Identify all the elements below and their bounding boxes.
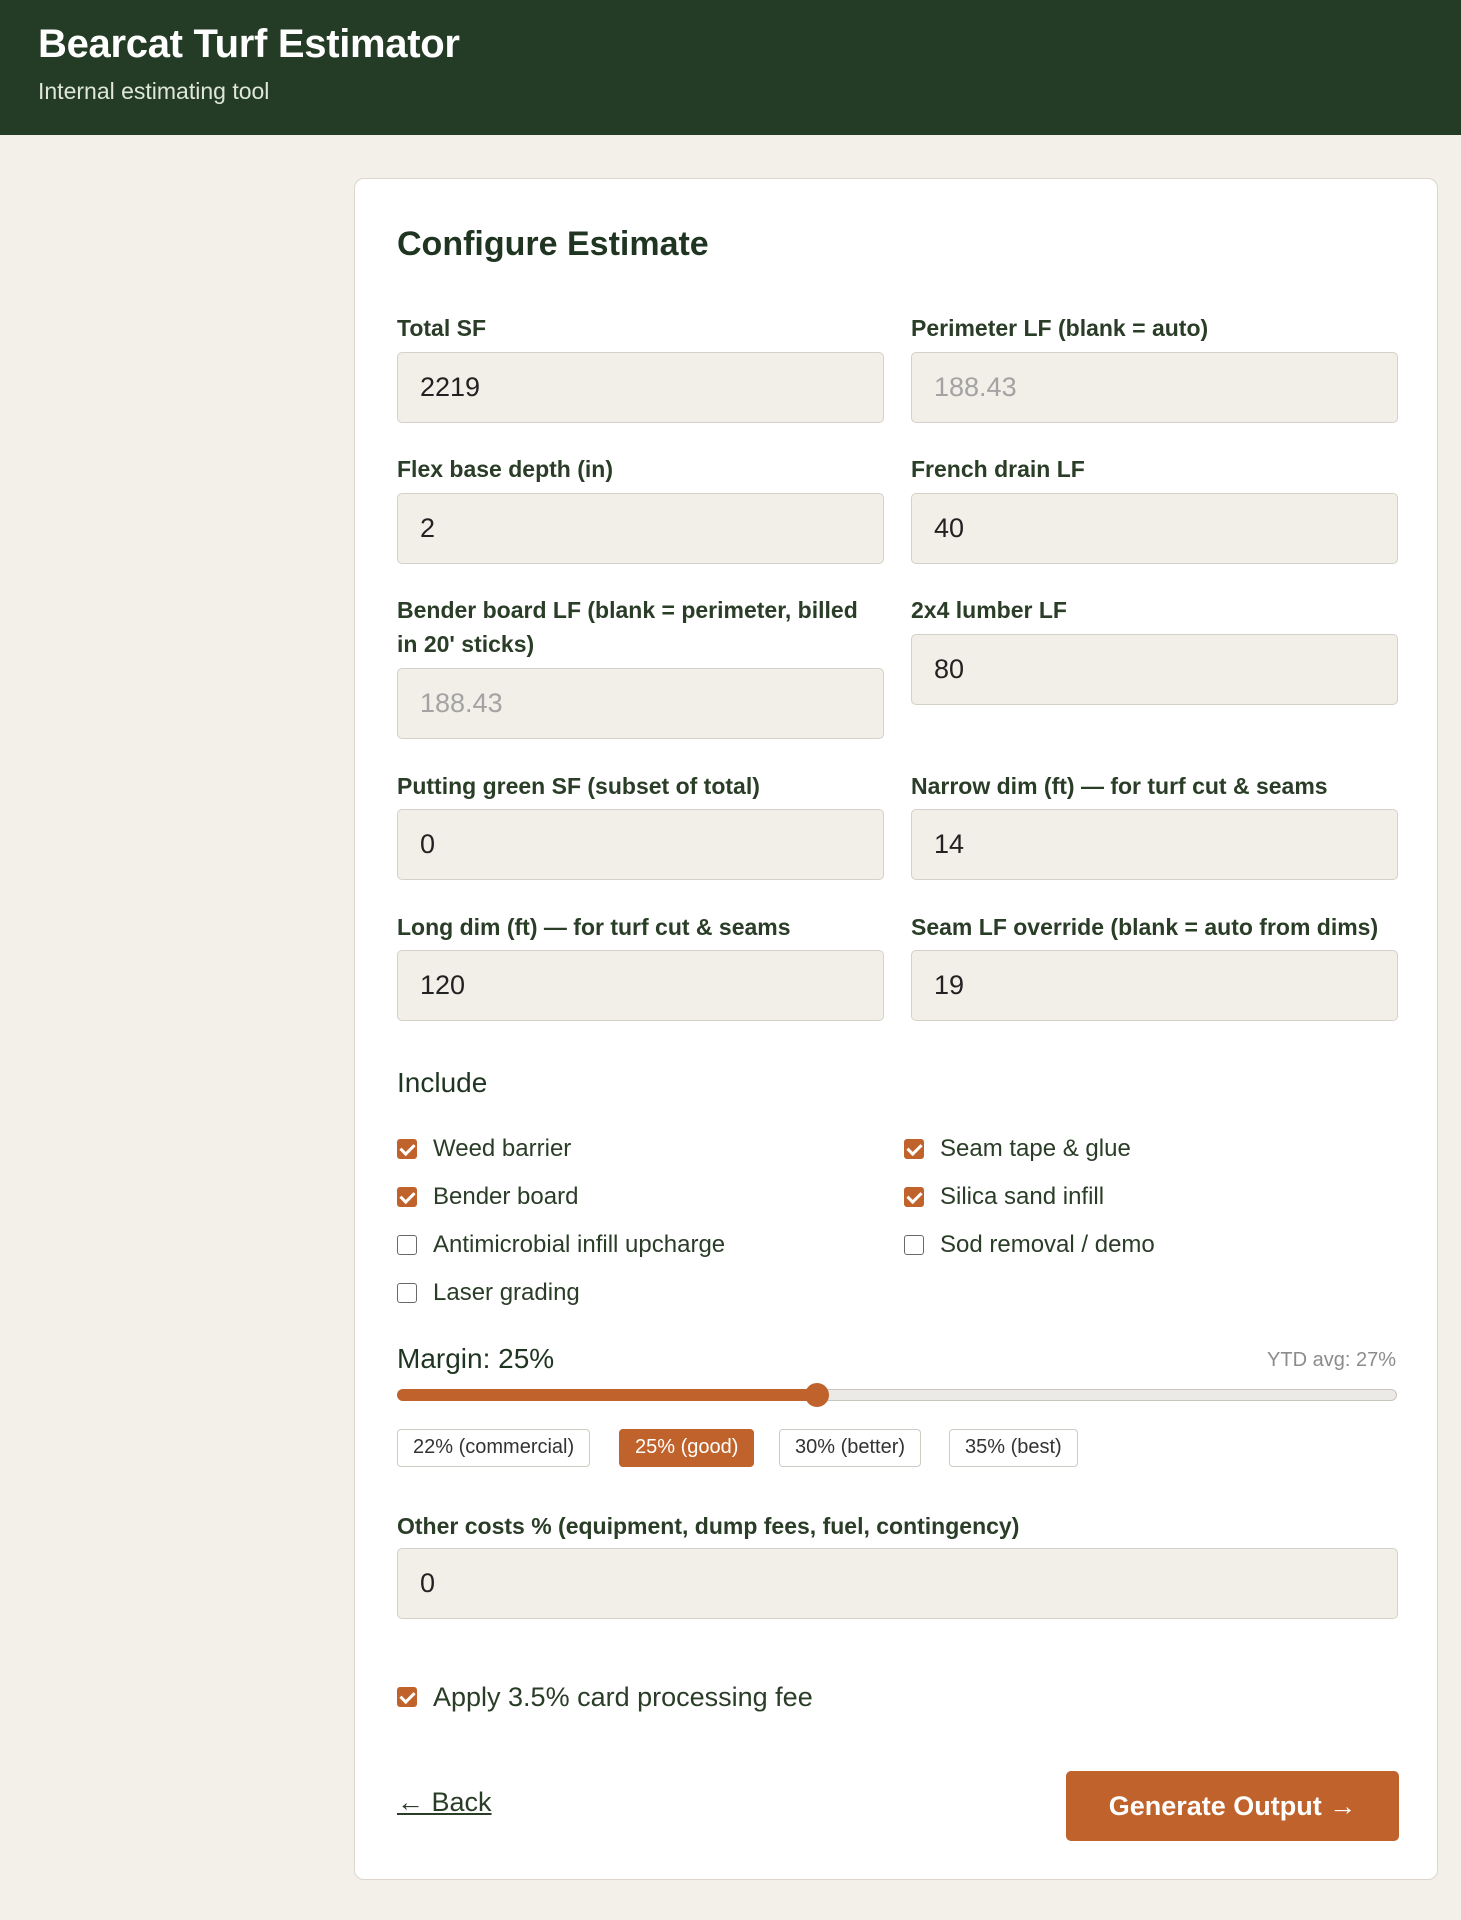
include-option-label: Weed barrier — [433, 1135, 572, 1162]
checkbox[interactable] — [904, 1235, 924, 1255]
margin-slider-fill — [397, 1389, 817, 1401]
include-option-label: Bender board — [433, 1183, 579, 1210]
ytd-average: YTD avg: 27% — [1267, 1349, 1396, 1371]
lumber-2x4-lf-label: 2x4 lumber LF — [911, 597, 1067, 623]
checkbox[interactable] — [397, 1687, 417, 1707]
long-dim-label: Long dim (ft) — for turf cut & seams — [397, 914, 791, 940]
include-option-antimicrobial[interactable]: Antimicrobial infill upcharge — [397, 1230, 725, 1260]
checkbox[interactable] — [904, 1139, 924, 1159]
perimeter-lf-label: Perimeter LF (blank = auto) — [911, 315, 1209, 341]
app-header: Bearcat Turf Estimator Internal estimati… — [0, 0, 1461, 135]
include-option-laser-grading[interactable]: Laser grading — [397, 1278, 580, 1308]
bender-board-lf-input[interactable] — [397, 668, 884, 739]
checkbox[interactable] — [397, 1283, 417, 1303]
app-subtitle: Internal estimating tool — [38, 78, 270, 104]
margin-preset-30[interactable]: 30% (better) — [779, 1429, 922, 1467]
include-option-label: Laser grading — [433, 1279, 580, 1306]
include-option-label: Sod removal / demo — [940, 1231, 1155, 1258]
lumber-2x4-lf-input[interactable] — [911, 634, 1398, 705]
include-option-label: Antimicrobial infill upcharge — [433, 1231, 726, 1258]
app-title: Bearcat Turf Estimator — [38, 22, 460, 66]
margin-preset-25[interactable]: 25% (good) — [619, 1429, 755, 1467]
flex-base-depth-input[interactable] — [397, 493, 884, 564]
putting-green-sf-label: Putting green SF (subset of total) — [397, 773, 760, 799]
include-option-weed-barrier[interactable]: Weed barrier — [397, 1134, 571, 1164]
margin-preset-22[interactable]: 22% (commercial) — [397, 1429, 591, 1467]
include-option-seam-tape[interactable]: Seam tape & glue — [904, 1134, 1131, 1164]
long-dim-input[interactable] — [397, 950, 884, 1021]
putting-green-sf-input[interactable] — [397, 809, 884, 880]
narrow-dim-label: Narrow dim (ft) — for turf cut & seams — [911, 773, 1328, 799]
total-sf-input[interactable] — [397, 352, 884, 423]
checkbox[interactable] — [397, 1235, 417, 1255]
french-drain-lf-input[interactable] — [911, 493, 1398, 564]
include-option-silica-sand[interactable]: Silica sand infill — [904, 1182, 1104, 1212]
total-sf-label: Total SF — [397, 315, 487, 341]
checkbox[interactable] — [397, 1187, 417, 1207]
margin-preset-35[interactable]: 35% (best) — [949, 1429, 1078, 1467]
margin-label: Margin: 25% — [397, 1343, 555, 1374]
back-link[interactable]: ← Back — [397, 1787, 492, 1818]
include-option-label: Seam tape & glue — [940, 1135, 1131, 1162]
perimeter-lf-input[interactable] — [911, 352, 1398, 423]
other-costs-input[interactable] — [397, 1548, 1398, 1619]
include-option-label: Silica sand infill — [940, 1183, 1105, 1210]
checkbox[interactable] — [397, 1139, 417, 1159]
checkbox[interactable] — [904, 1187, 924, 1207]
margin-slider-handle[interactable] — [805, 1383, 829, 1407]
include-option-sod-removal[interactable]: Sod removal / demo — [904, 1230, 1155, 1260]
bender-board-lf-label: Bender board LF (blank = perimeter, bill… — [397, 597, 858, 657]
seam-lf-override-input[interactable] — [911, 950, 1398, 1021]
generate-output-button[interactable]: Generate Output → — [1066, 1771, 1399, 1841]
narrow-dim-input[interactable] — [911, 809, 1398, 880]
card-fee-option[interactable]: Apply 3.5% card processing fee — [397, 1682, 813, 1712]
configure-estimate-card: Configure Estimate Total SF Perimeter LF… — [354, 178, 1438, 1880]
include-option-bender-board[interactable]: Bender board — [397, 1182, 578, 1212]
flex-base-depth-label: Flex base depth (in) — [397, 456, 613, 482]
other-costs-label: Other costs % (equipment, dump fees, fue… — [397, 1513, 1020, 1539]
include-heading: Include — [397, 1067, 488, 1098]
card-fee-label: Apply 3.5% card processing fee — [433, 1681, 813, 1712]
page-title: Configure Estimate — [397, 225, 709, 263]
seam-lf-override-label: Seam LF override (blank = auto from dims… — [911, 914, 1379, 940]
french-drain-lf-label: French drain LF — [911, 456, 1085, 482]
